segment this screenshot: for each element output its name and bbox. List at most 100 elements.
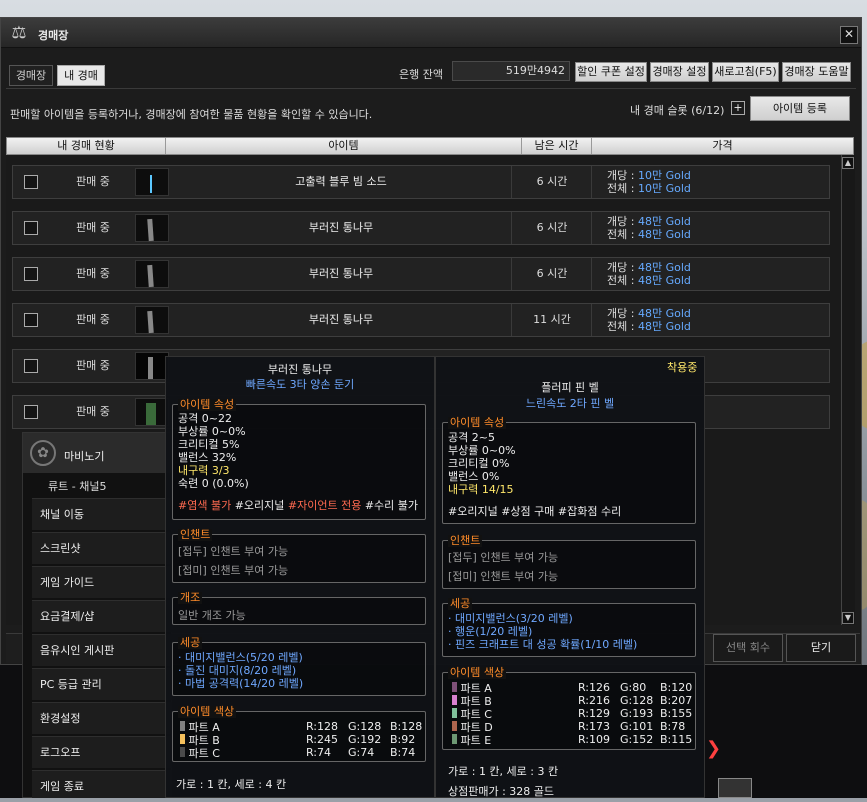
column-price: 가격	[712, 139, 733, 152]
color-g: G:80	[620, 681, 647, 694]
cell-divider	[511, 166, 512, 198]
color-r: R:74	[306, 746, 332, 759]
item-thumbnail	[135, 168, 169, 196]
register-item-button[interactable]: 아이템 등록	[750, 96, 850, 121]
row-status: 판매 중	[76, 405, 110, 418]
menu-channel-move[interactable]: 채널 이동	[32, 498, 172, 530]
menu-logoff[interactable]: 로그오프	[32, 736, 172, 768]
color-r: R:109	[578, 733, 611, 746]
close-window-button[interactable]: ✕	[840, 26, 858, 44]
attr-line: 밸런스 0%	[448, 470, 500, 483]
menu-settings[interactable]: 환경설정	[32, 702, 172, 734]
color-row: 파트 A	[180, 721, 220, 734]
row-item-name: 부러진 통나무	[308, 313, 374, 326]
craft-title: 세공	[178, 636, 203, 649]
menu-payment-shop[interactable]: 요금결제/샵	[32, 600, 172, 632]
durability: 내구력 14/15	[448, 483, 514, 496]
table-row[interactable]: 판매 중 부러진 통나무 6 시간 개당 : 48만 Gold 전체 : 48만 …	[12, 257, 830, 291]
slot-count-label: 내 경매 슬롯 (6/12)	[630, 104, 725, 117]
color-g: G:128	[620, 694, 654, 707]
color-r: R:245	[306, 733, 339, 746]
row-status: 판매 중	[76, 221, 110, 234]
row-price: 개당 : 48만 Gold 전체 : 48만 Gold	[607, 307, 691, 333]
add-slot-button[interactable]: +	[731, 101, 745, 115]
title-bar[interactable]	[1, 18, 861, 48]
bank-balance-value: 519만4942	[452, 61, 570, 81]
column-time: 남은 시간	[522, 138, 592, 154]
menu-screenshot[interactable]: 스크린샷	[32, 532, 172, 564]
color-b: B:74	[390, 746, 416, 759]
row-checkbox[interactable]	[24, 267, 38, 281]
reform-title: 개조	[178, 591, 203, 604]
row-checkbox[interactable]	[24, 359, 38, 373]
attr-line: 공격 2~5	[448, 431, 495, 444]
refresh-button[interactable]: 새로고침(F5)	[712, 62, 779, 82]
menu-game-guide[interactable]: 게임 가이드	[32, 566, 172, 598]
item-thumbnail	[135, 352, 169, 380]
attr-line: 공격 0~22	[178, 412, 232, 425]
row-price: 개당 : 48만 Gold 전체 : 48만 Gold	[607, 215, 691, 241]
info-text: 판매할 아이템을 등록하거나, 경매장에 참여한 물품 현황을 확인할 수 있습…	[10, 108, 373, 121]
color-r: R:129	[578, 707, 611, 720]
close-button[interactable]: 닫기	[786, 634, 856, 662]
cell-divider	[511, 212, 512, 244]
table-row[interactable]: 판매 중 고출력 블루 빔 소드 6 시간 개당 : 10만 Gold 전체 : …	[12, 165, 830, 199]
chevron-right-icon[interactable]: ❯	[706, 738, 721, 759]
item-thumbnail	[135, 214, 169, 242]
row-checkbox[interactable]	[24, 313, 38, 327]
color-b: B:120	[660, 681, 693, 694]
enchant-line: [접미] 인챈트 부여 가능	[448, 570, 559, 583]
attr-line: 부상률 0~0%	[178, 425, 246, 438]
menu-pc-grade[interactable]: PC 등급 관리	[32, 668, 172, 700]
row-time: 6 시간	[536, 267, 568, 280]
item-tags: #염색 불가 #오리지널 #자이언트 전용 #수리 불가	[178, 499, 419, 512]
color-row: 파트 B	[180, 734, 220, 747]
row-checkbox[interactable]	[24, 405, 38, 419]
color-b: B:78	[660, 720, 686, 733]
item-thumbnail	[135, 398, 169, 426]
menu-exit-game[interactable]: 게임 종료	[32, 770, 172, 798]
tooltip-item-name: 부러진 통나무	[267, 363, 333, 376]
table-header: 내 경매 현황 아이템 남은 시간 가격	[6, 137, 854, 155]
row-checkbox[interactable]	[24, 221, 38, 235]
row-checkbox[interactable]	[24, 175, 38, 189]
tab-auction[interactable]: 경매장	[9, 65, 53, 86]
column-status: 내 경매 현황	[7, 138, 166, 154]
reform-line: 일반 개조 가능	[178, 609, 246, 622]
color-row: 파트 C	[452, 708, 492, 721]
proficiency: 숙련 0 (0.0%)	[178, 477, 249, 490]
table-row[interactable]: 판매 중 부러진 통나무 11 시간 개당 : 48만 Gold 전체 : 48만…	[12, 303, 830, 337]
durability: 내구력 3/3	[178, 464, 230, 477]
item-thumbnail	[135, 260, 169, 288]
hud-slot[interactable]	[718, 778, 752, 798]
scroll-up-icon[interactable]: ▲	[842, 157, 854, 169]
color-r: R:173	[578, 720, 611, 733]
auction-help-button[interactable]: 경매장 도움말	[782, 62, 851, 82]
tab-my-auction[interactable]: 내 경매	[57, 65, 105, 86]
cell-divider	[591, 258, 592, 290]
row-item-name: 고출력 블루 빔 소드	[295, 175, 387, 188]
attr-line: 크리티컬 0%	[448, 457, 510, 470]
color-b: B:155	[660, 707, 693, 720]
tooltip-item-type: 느린속도 2타 핀 벨	[525, 397, 615, 410]
list-scrollbar[interactable]	[841, 155, 855, 625]
tooltip-item-name: 플러피 핀 벨	[541, 381, 599, 394]
scroll-down-icon[interactable]: ▼	[842, 612, 854, 624]
craft-title: 세공	[448, 597, 473, 610]
attributes-title: 아이템 속성	[448, 416, 507, 429]
select-count-button[interactable]: 선택 회수	[713, 634, 783, 662]
color-r: R:128	[306, 720, 339, 733]
attributes-title: 아이템 속성	[178, 398, 237, 411]
discount-coupon-button[interactable]: 할인 쿠폰 설정	[575, 62, 647, 82]
table-row[interactable]: 판매 중 부러진 통나무 6 시간 개당 : 48만 Gold 전체 : 48만 …	[12, 211, 830, 245]
enchant-line: [접미] 인챈트 부여 가능	[178, 564, 289, 577]
scales-icon: ⚖	[11, 23, 27, 43]
cell-divider	[591, 166, 592, 198]
color-row: 파트 B	[452, 695, 492, 708]
menu-bard-board[interactable]: 음유시인 게시판	[32, 634, 172, 666]
color-b: B:92	[390, 733, 416, 746]
color-title: 아이템 색상	[178, 705, 237, 718]
auction-settings-button[interactable]: 경매장 설정	[650, 62, 709, 82]
craft-line: · 핀즈 크래프트 대 성공 확률(1/10 레벨)	[448, 638, 638, 651]
row-item-name: 부러진 통나무	[308, 267, 374, 280]
